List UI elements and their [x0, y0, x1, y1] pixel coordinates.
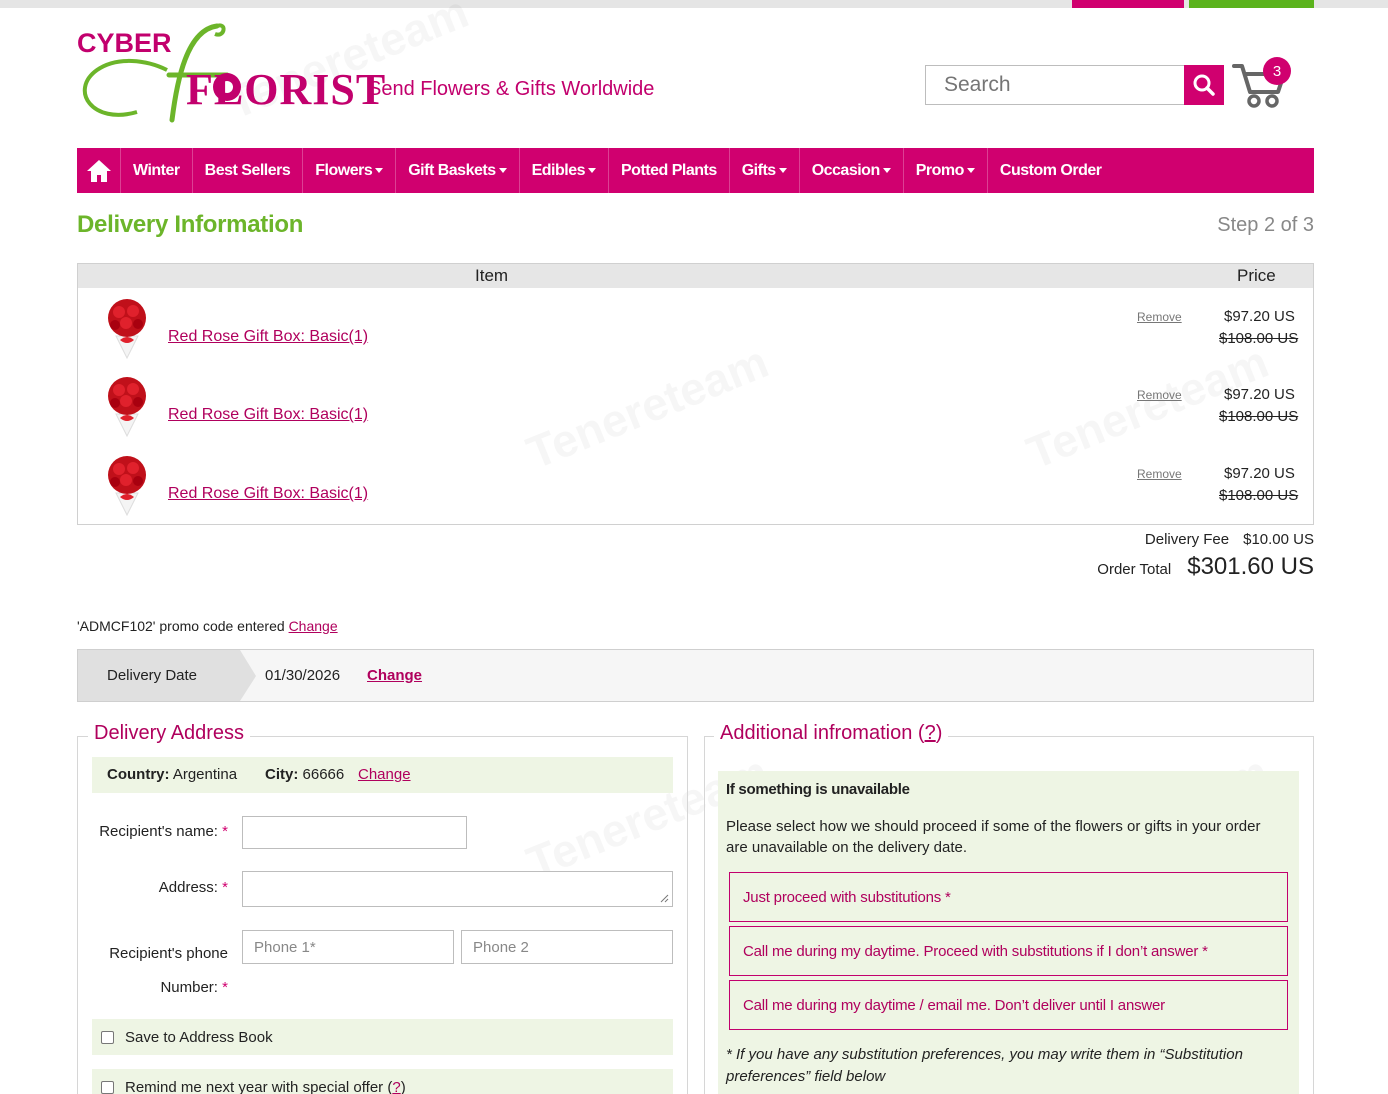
chevron-down-icon	[375, 168, 384, 173]
delivery-date-bar: Delivery Date 01/30/2026 Change	[77, 649, 1314, 702]
additional-info-legend: Additional infromation (?)	[714, 722, 949, 745]
save-address-label: Save to Address Book	[125, 1028, 273, 1046]
site-tagline: Send Flowers & Gifts Worldwide	[368, 78, 655, 100]
order-total-label: Order Total	[1097, 561, 1172, 578]
country-summary: Country: Argentina	[107, 766, 238, 783]
delivery-date-tab: Delivery Date	[78, 650, 256, 701]
delivery-fee-value: $10.00 US	[1243, 531, 1314, 548]
phone-2-input[interactable]: Phone 2	[461, 930, 673, 964]
chevron-down-icon	[588, 168, 596, 173]
main-nav: Winter Best Sellers Flowers Gift Baskets…	[77, 148, 1314, 193]
rose-bouquet-image	[108, 377, 146, 438]
remove-item-link[interactable]: Remove	[1137, 310, 1182, 324]
remind-label: Remind me next year with special offer	[125, 1078, 384, 1094]
nav-item-gift-baskets[interactable]: Gift Baskets	[396, 148, 520, 193]
nav-item-winter[interactable]: Winter	[121, 148, 193, 193]
chevron-down-icon	[778, 168, 787, 173]
promo-status: 'ADMCF102' promo code entered Change	[77, 618, 338, 634]
top-accent-bar	[0, 0, 1388, 8]
column-header-item: Item	[475, 266, 509, 285]
address-label: Address: *	[158, 879, 228, 896]
remove-item-link[interactable]: Remove	[1137, 388, 1182, 402]
promo-change-link[interactable]: Change	[289, 618, 338, 634]
chevron-down-icon	[966, 168, 975, 173]
save-address-option[interactable]: Save to Address Book	[92, 1019, 673, 1055]
table-row: Red Rose Gift Box: Basic(1) Remove $97.2…	[78, 290, 1313, 368]
rose-bouquet-image	[108, 299, 146, 360]
rose-bouquet-image	[108, 456, 146, 517]
item-original-price: $108.00 US	[1219, 330, 1299, 347]
item-price: $97.20 US	[1224, 465, 1295, 482]
item-price: $97.20 US	[1224, 308, 1295, 325]
option-call-then-substitute[interactable]: Call me during my daytime. Proceed with …	[729, 926, 1288, 976]
cart-count-badge: 3	[1263, 57, 1291, 85]
table-header: Item Price	[78, 264, 1313, 288]
promo-text: 'ADMCF102' promo code entered	[77, 618, 285, 634]
location-summary: Country: Argentina City: 66666 Change	[92, 757, 673, 793]
nav-item-potted-plants[interactable]: Potted Plants	[609, 148, 730, 193]
chevron-down-icon	[882, 168, 891, 173]
resize-handle-icon[interactable]	[659, 893, 669, 903]
save-address-checkbox[interactable]	[101, 1030, 114, 1044]
remind-option[interactable]: Remind me next year with special offer (…	[92, 1069, 673, 1094]
product-link[interactable]: Red Rose Gift Box: Basic(1)	[168, 485, 368, 503]
delivery-address-legend: Delivery Address	[88, 722, 251, 745]
nav-item-edibles[interactable]: Edibles	[520, 148, 609, 193]
search-input[interactable]	[926, 66, 1184, 104]
remove-item-link[interactable]: Remove	[1137, 467, 1182, 481]
option-call-wait-answer[interactable]: Call me during my daytime / email me. Do…	[729, 980, 1288, 1030]
table-row: Red Rose Gift Box: Basic(1) Remove $97.2…	[78, 447, 1313, 525]
nav-item-occasion[interactable]: Occasion	[800, 148, 904, 193]
item-original-price: $108.00 US	[1219, 408, 1299, 425]
additional-info-help-link[interactable]: ?	[925, 722, 936, 744]
delivery-date-label: Delivery Date	[107, 667, 198, 684]
delivery-date-change-link[interactable]: Change	[367, 667, 422, 684]
remind-help-link[interactable]: ?	[392, 1079, 400, 1094]
nav-item-promo[interactable]: Promo	[904, 148, 988, 193]
product-link[interactable]: Red Rose Gift Box: Basic(1)	[168, 406, 368, 424]
order-total-row: Order Total $301.60 US	[1097, 553, 1314, 581]
remind-checkbox[interactable]	[101, 1080, 114, 1094]
delivery-fee-label: Delivery Fee	[1144, 531, 1230, 548]
location-change-link[interactable]: Change	[358, 766, 411, 783]
column-header-price: Price	[1237, 266, 1276, 285]
order-total-value: $301.60 US	[1187, 553, 1314, 580]
page-title: Delivery Information	[77, 211, 304, 238]
top-accent-magenta	[1072, 0, 1184, 8]
substitution-note: * If you have any substitution preferenc…	[726, 1046, 1243, 1085]
recipient-phone-label: Recipient's phone Number: *	[109, 945, 228, 996]
delivery-fee-row: Delivery Fee $10.00 US	[1145, 531, 1314, 548]
address-textarea[interactable]	[242, 871, 673, 907]
logo-word-top: CYBER	[77, 28, 172, 58]
item-original-price: $108.00 US	[1219, 487, 1299, 504]
nav-item-gifts[interactable]: Gifts	[730, 148, 800, 193]
table-row: Red Rose Gift Box: Basic(1) Remove $97.2…	[78, 368, 1313, 446]
product-link[interactable]: Red Rose Gift Box: Basic(1)	[168, 328, 368, 346]
search-icon	[1193, 74, 1215, 96]
unavailable-title: If something is unavailable	[726, 781, 910, 798]
nav-home[interactable]	[77, 148, 121, 193]
nav-item-flowers[interactable]: Flowers	[303, 148, 397, 193]
home-icon	[86, 159, 111, 182]
recipient-name-input[interactable]	[242, 816, 467, 849]
order-items-table: Item Price Red Rose Gift Box: Basic(1) R…	[77, 263, 1314, 525]
item-price: $97.20 US	[1224, 386, 1295, 403]
search-field[interactable]	[925, 65, 1185, 105]
chevron-down-icon	[498, 168, 507, 173]
delivery-date-value: 01/30/2026	[265, 667, 341, 684]
step-indicator: Step 2 of 3	[1217, 214, 1314, 236]
phone-1-input[interactable]: Phone 1*	[242, 930, 454, 964]
city-summary: City: 66666	[265, 766, 345, 783]
search-button[interactable]	[1184, 65, 1224, 105]
recipient-name-label: Recipient's name: *	[99, 823, 228, 840]
unavailable-description: Please select how we should proceed if s…	[726, 818, 1261, 856]
option-proceed-substitutions[interactable]: Just proceed with substitutions *	[729, 872, 1288, 922]
nav-item-best-sellers[interactable]: Best Sellers	[193, 148, 304, 193]
top-accent-green	[1189, 0, 1314, 8]
logo-word-bottom: FLORIST	[186, 65, 387, 114]
nav-item-custom-order[interactable]: Custom Order	[988, 148, 1114, 193]
